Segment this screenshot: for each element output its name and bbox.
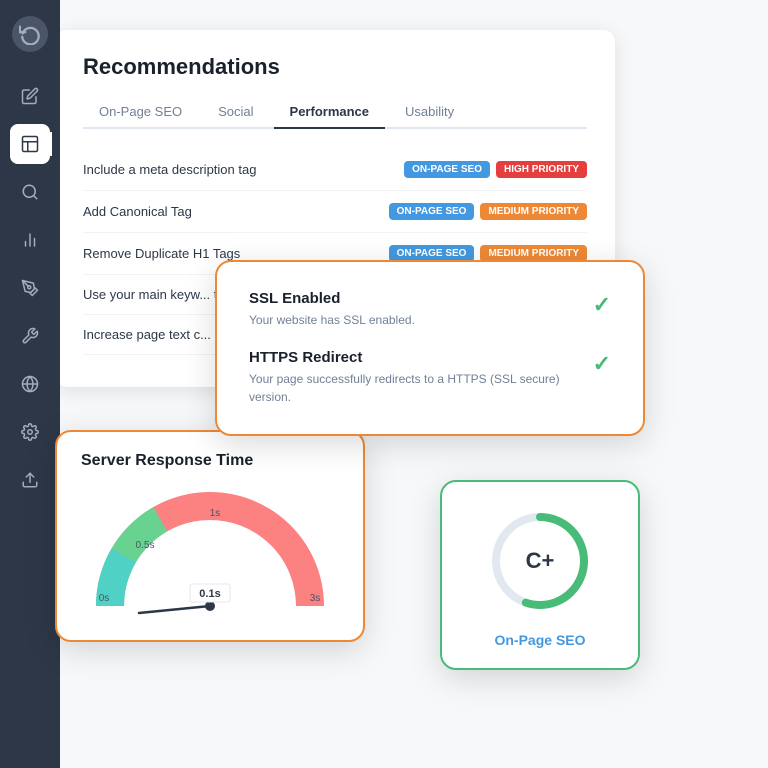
- tabs-row: On-Page SEO Social Performance Usability: [83, 96, 587, 129]
- ssl-item-desc: Your page successfully redirects to a HT…: [249, 370, 577, 406]
- ssl-card: SSL Enabled Your website has SSL enabled…: [215, 260, 645, 436]
- grade-circle: C+: [485, 506, 595, 616]
- rec-row-canonical: Add Canonical Tag On-Page SEO Medium Pri…: [83, 191, 587, 233]
- ssl-item-desc: Your website has SSL enabled.: [249, 311, 577, 329]
- seo-card-label: On-Page SEO: [494, 632, 585, 648]
- sidebar-item-analytics[interactable]: [10, 220, 50, 260]
- tab-on-page-seo[interactable]: On-Page SEO: [83, 96, 198, 129]
- sidebar-item-pen[interactable]: [10, 268, 50, 308]
- sidebar-item-pages[interactable]: [10, 124, 50, 164]
- badge-high: High Priority: [496, 161, 587, 178]
- svg-text:0.1s: 0.1s: [199, 588, 220, 600]
- ssl-text-block: SSL Enabled Your website has SSL enabled…: [249, 290, 577, 329]
- rec-row-meta-description: Include a meta description tag On-Page S…: [83, 149, 587, 191]
- rec-row-label: Remove Duplicate H1 Tags: [83, 246, 389, 261]
- gauge-svg: 0.1s 0s 0.5s 1s 3s: [90, 486, 330, 616]
- server-card-title: Server Response Time: [81, 452, 339, 470]
- grade-label: C+: [526, 548, 555, 574]
- ssl-text-block: HTTPS Redirect Your page successfully re…: [249, 349, 577, 406]
- ssl-item-enabled: SSL Enabled Your website has SSL enabled…: [249, 290, 611, 329]
- sidebar-item-upload[interactable]: [10, 460, 50, 500]
- badge-seo: On-Page SEO: [404, 161, 490, 178]
- svg-text:0s: 0s: [99, 593, 110, 604]
- sidebar-logo[interactable]: [12, 16, 48, 52]
- svg-text:1s: 1s: [210, 508, 221, 519]
- svg-text:3s: 3s: [310, 593, 321, 604]
- sidebar-item-gear[interactable]: [10, 412, 50, 452]
- svg-text:0.5s: 0.5s: [136, 540, 155, 551]
- server-response-card: Server Response Time 0.1s 0s 0.5s 1s 3s: [55, 430, 365, 642]
- gauge-chart: 0.1s 0s 0.5s 1s 3s: [90, 486, 330, 616]
- rec-row-label: Include a meta description tag: [83, 162, 404, 177]
- ssl-item-https: HTTPS Redirect Your page successfully re…: [249, 349, 611, 406]
- check-icon: ✓: [593, 292, 611, 318]
- tab-usability[interactable]: Usability: [389, 96, 470, 129]
- badge-medium: Medium Priority: [480, 203, 587, 220]
- sidebar-item-globe[interactable]: [10, 364, 50, 404]
- badges: On-Page SEO High Priority: [404, 161, 587, 178]
- tab-performance[interactable]: Performance: [274, 96, 385, 129]
- check-icon: ✓: [593, 351, 611, 377]
- recommendations-title: Recommendations: [83, 54, 587, 80]
- sidebar-item-tool[interactable]: [10, 316, 50, 356]
- sidebar-item-edit[interactable]: [10, 76, 50, 116]
- ssl-item-title: SSL Enabled: [249, 290, 577, 307]
- tab-social[interactable]: Social: [202, 96, 269, 129]
- seo-circle-card: C+ On-Page SEO: [440, 480, 640, 670]
- sidebar-item-search[interactable]: [10, 172, 50, 212]
- sidebar: [0, 0, 60, 768]
- ssl-item-title: HTTPS Redirect: [249, 349, 577, 366]
- rec-row-label: Add Canonical Tag: [83, 204, 389, 219]
- badges: On-Page SEO Medium Priority: [389, 203, 587, 220]
- badge-seo: On-Page SEO: [389, 203, 475, 220]
